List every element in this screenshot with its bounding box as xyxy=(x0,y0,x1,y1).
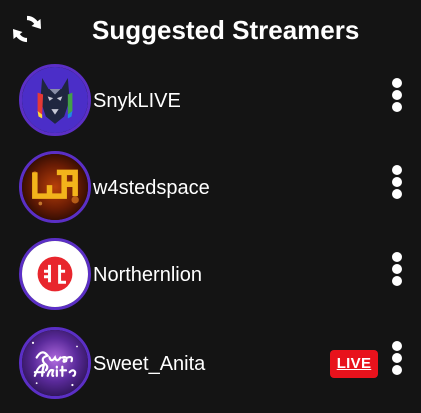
kebab-menu-icon[interactable] xyxy=(389,165,405,199)
w4-logo-avatar xyxy=(19,151,91,223)
refresh-icon[interactable] xyxy=(11,13,43,45)
kebab-menu-icon[interactable] xyxy=(389,341,405,375)
kebab-menu-icon[interactable] xyxy=(389,78,405,112)
streamer-row-sweet-anita[interactable]: Sweet_Anita LIVE xyxy=(0,327,421,411)
streamer-name: Sweet_Anita xyxy=(93,353,206,375)
streamer-row-northernlion[interactable]: Northernlion xyxy=(0,238,421,322)
doberman-avatar xyxy=(19,64,91,136)
streamer-name: Northernlion xyxy=(93,264,202,286)
streamer-row-snyklive[interactable]: SnykLIVE xyxy=(0,64,421,148)
live-badge: LIVE xyxy=(330,350,378,378)
kebab-menu-icon[interactable] xyxy=(389,252,405,286)
streamer-row-w4stedspace[interactable]: w4stedspace xyxy=(0,151,421,235)
page-title: Suggested Streamers xyxy=(92,15,360,45)
streamer-name: SnykLIVE xyxy=(93,90,181,112)
sweet-anita-avatar xyxy=(19,327,91,399)
streamer-name: w4stedspace xyxy=(93,177,210,199)
northernlion-logo-avatar xyxy=(19,238,91,310)
header: Suggested Streamers xyxy=(0,0,421,60)
